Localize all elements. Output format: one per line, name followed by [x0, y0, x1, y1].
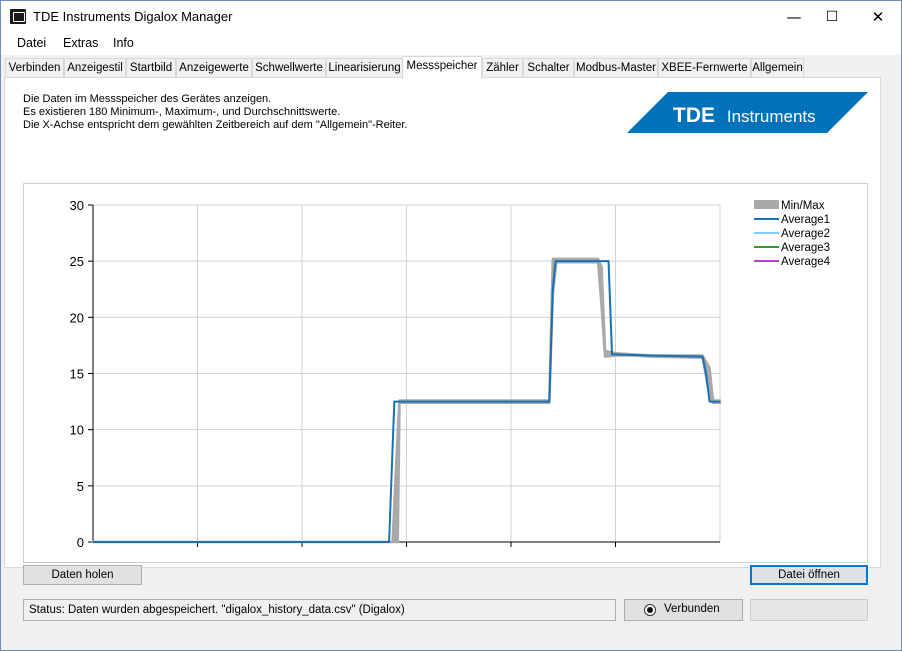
y-tick-label: 10: [70, 423, 84, 438]
history-chart: 0 5 10 15 20 25 30 Min/Max Average1 Average2 Avera…: [70, 198, 831, 550]
logo-text-regular: Instruments: [727, 107, 816, 126]
tab-strip: Verbinden Anzeigestil Startbild Anzeigew…: [1, 56, 901, 79]
legend-label: Average1: [781, 214, 830, 226]
menu-bar: Datei Extras Info: [1, 32, 901, 55]
window-title: TDE Instruments Digalox Manager: [33, 9, 233, 24]
status-field: Status: Daten wurden abgespeichert. "dig…: [23, 599, 616, 621]
y-tick-label: 30: [70, 198, 84, 213]
tab-allgemein[interactable]: Allgemein: [751, 58, 804, 78]
history-chart-area: 0 5 10 15 20 25 30 Min/Max Average1 Average2 Avera…: [23, 183, 868, 563]
description-line-3: Die X-Achse entspricht dem gewählten Zei…: [23, 119, 408, 131]
menu-datei[interactable]: Datei: [17, 36, 46, 50]
tab-anzeigewerte[interactable]: Anzeigewerte: [176, 58, 252, 78]
tab-messspeicher[interactable]: Messspeicher: [402, 56, 482, 79]
tab-linearisierung[interactable]: Linearisierung: [326, 58, 403, 78]
app-icon: [10, 9, 26, 24]
progress-box: [750, 599, 868, 621]
close-icon[interactable]: ✕: [855, 1, 901, 32]
tab-xbee-fernwerte[interactable]: XBEE-Fernwerte: [658, 58, 751, 78]
tab-zaehler[interactable]: Zähler: [482, 58, 523, 78]
y-tick-label: 15: [70, 367, 84, 382]
menu-info[interactable]: Info: [113, 36, 134, 50]
legend-label: Average2: [781, 228, 830, 240]
tab-anzeigestil[interactable]: Anzeigestil: [64, 58, 126, 78]
tde-instruments-logo: TDE Instruments: [627, 92, 868, 133]
app-window: TDE Instruments Digalox Manager — ☐ ✕ Da…: [0, 0, 902, 651]
legend-label: Average4: [781, 256, 831, 268]
maximize-icon[interactable]: ☐: [809, 1, 855, 32]
fetch-data-button[interactable]: Daten holen: [23, 565, 142, 585]
legend-label: Min/Max: [781, 200, 825, 212]
legend-label: Average3: [781, 242, 830, 254]
menu-extras[interactable]: Extras: [63, 36, 98, 50]
connected-toggle[interactable]: Verbunden: [624, 599, 743, 621]
y-tick-label: 5: [77, 479, 84, 494]
description-line-2: Es existieren 180 Minimum-, Maximum-, un…: [23, 106, 341, 118]
y-tick-label: 20: [70, 310, 84, 325]
svg-text:TDE Instruments: TDE Instruments: [673, 104, 816, 127]
y-tick-label: 25: [70, 254, 84, 269]
tab-modbus-master[interactable]: Modbus-Master: [574, 58, 658, 78]
radio-icon: [644, 604, 656, 616]
connected-label: Verbunden: [664, 603, 720, 615]
legend-swatch-minmax: [754, 200, 779, 209]
tab-verbinden[interactable]: Verbinden: [5, 58, 64, 78]
title-bar: TDE Instruments Digalox Manager — ☐ ✕: [1, 1, 901, 32]
tab-startbild[interactable]: Startbild: [126, 58, 176, 78]
description-line-1: Die Daten im Messspeicher des Gerätes an…: [23, 93, 272, 105]
y-tick-label: 0: [77, 535, 84, 550]
tab-schwellwerte[interactable]: Schwellwerte: [252, 58, 326, 78]
open-file-button[interactable]: Datei öffnen: [750, 565, 868, 585]
logo-text-bold: TDE: [673, 104, 715, 127]
tab-schalter[interactable]: Schalter: [523, 58, 574, 78]
